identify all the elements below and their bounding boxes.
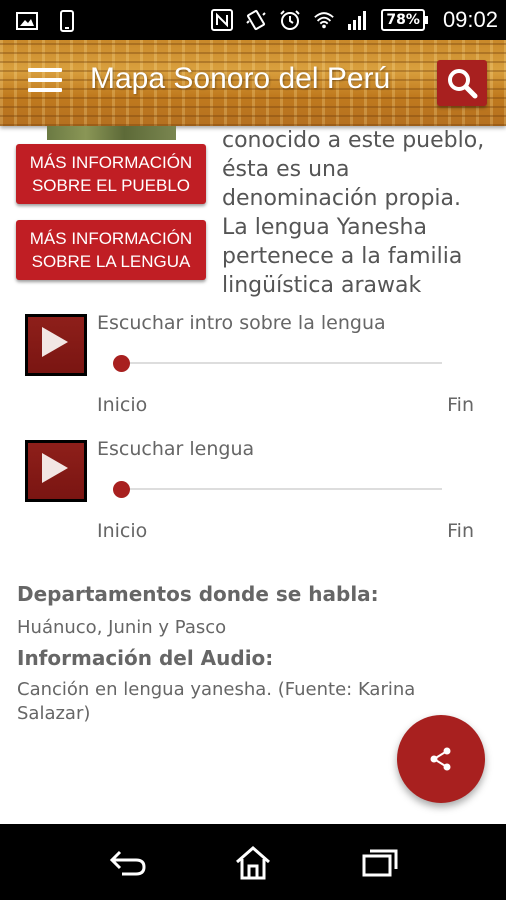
clock: 09:02 [442,7,498,32]
seek-track[interactable] [120,488,442,490]
start-label: Inicio [97,520,148,542]
recent-apps-icon[interactable] [358,846,402,880]
audio-info-value: Canción en lengua yanesha. (Fuente: Kari… [17,679,416,724]
play-button[interactable] [25,440,87,502]
departments-label: Departamentos donde se habla: [17,582,379,606]
more-info-language-button[interactable]: MÁS INFORMACIÓN SOBRE LA LENGUA [16,220,206,280]
audio-player-language: Escuchar lengua Inicio Fin [0,438,506,556]
description-line: pertenece a la familia [222,244,463,269]
seek-thumb[interactable] [113,481,130,498]
play-button[interactable] [25,314,87,376]
seek-thumb[interactable] [113,355,130,372]
app-bar: Mapa Sonoro del Perú [0,40,506,126]
app-title: Mapa Sonoro del Perú [90,62,391,95]
player-title: Escuchar lengua [97,438,255,460]
search-icon [448,69,478,99]
description-line: lingüística arawak [222,273,422,298]
alarm-icon [279,9,301,31]
end-label: Fin [447,394,474,416]
more-info-language-label: MÁS INFORMACIÓN SOBRE LA LENGUA [29,229,193,271]
content-area: MÁS INFORMACIÓN SOBRE EL PUEBLO MÁS INFO… [0,126,506,824]
play-icon [42,453,68,483]
description-line: ésta es una [222,157,350,182]
description-line: denominación propia. [222,186,462,211]
description-line: conocido a este pueblo, [222,128,485,153]
share-icon [430,747,451,771]
status-bar: 78% 09:02 [0,0,506,40]
player-title: Escuchar intro sobre la lengua [97,312,386,334]
audio-info-label: Información del Audio: [17,646,274,670]
navigation-bar [0,824,506,900]
phone-icon [56,10,78,32]
home-icon[interactable] [231,846,275,880]
departments-value: Huánuco, Junin y Pasco [17,617,227,638]
end-label: Fin [447,520,474,542]
audio-player-intro: Escuchar intro sobre la lengua Inicio Fi… [0,312,506,430]
back-icon[interactable] [106,846,150,880]
more-info-people-button[interactable]: MÁS INFORMACIÓN SOBRE EL PUEBLO [16,144,206,204]
play-icon [42,327,68,357]
description-line: La lengua Yanesha [222,215,427,240]
nfc-icon [211,9,234,31]
vibrate-icon [245,9,267,31]
signal-icon [347,9,369,31]
share-button[interactable] [397,715,485,803]
start-label: Inicio [97,394,148,416]
more-info-people-label: MÁS INFORMACIÓN SOBRE EL PUEBLO [29,153,193,195]
wifi-icon [313,9,335,31]
seek-track[interactable] [120,362,442,364]
battery-indicator: 78% [381,9,428,31]
people-photo [47,126,176,140]
menu-icon[interactable] [28,68,62,96]
image-icon [16,10,38,32]
description-text: conocido a este pueblo, ésta es una deno… [222,126,502,300]
search-button[interactable] [437,60,487,106]
